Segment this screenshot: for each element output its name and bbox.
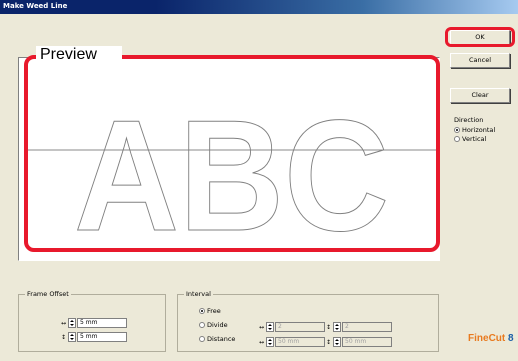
distance-vertical-field[interactable]: 50 mm — [342, 337, 392, 347]
frame-offset-title: Frame Offset — [25, 290, 71, 298]
logo-cut-text: Cut — [488, 333, 506, 344]
frame-offset-vertical-field[interactable]: 5 mm — [77, 332, 127, 342]
logo-fine-text: Fine — [468, 333, 489, 344]
logo-mark-icon: 8 — [508, 333, 514, 344]
frame-offset-horizontal-field[interactable]: 5 mm — [77, 318, 127, 328]
horizontal-arrow-icon: ↔ — [258, 323, 265, 331]
direction-title: Direction — [454, 116, 484, 124]
finecut-logo: FineCut 8 — [468, 333, 514, 344]
radio-button[interactable] — [199, 336, 205, 342]
divide-horizontal-row: ↔ 2 — [258, 322, 325, 332]
make-weed-line-dialog: Make Weed Line OK Cancel Clear ABC Previ… — [0, 0, 518, 361]
divide-vertical-field[interactable]: 2 — [342, 322, 392, 332]
spin-buttons[interactable] — [266, 337, 274, 347]
spin-buttons[interactable] — [68, 318, 76, 328]
radio-button[interactable] — [199, 322, 205, 328]
frame-offset-horizontal-row: ↔ 5 mm — [60, 318, 127, 328]
window-title: Make Weed Line — [3, 2, 68, 10]
ok-button-highlight — [445, 27, 515, 47]
cancel-button[interactable]: Cancel — [450, 53, 510, 68]
distance-vertical-row: ↕ 50 mm — [325, 337, 392, 347]
direction-horizontal-option[interactable]: Horizontal — [454, 126, 495, 134]
spin-buttons[interactable] — [333, 322, 341, 332]
distance-horizontal-field[interactable]: 50 mm — [275, 337, 325, 347]
interval-free-label: Free — [207, 307, 221, 315]
direction-group: Direction Horizontal Vertical — [454, 116, 495, 144]
vertical-arrow-icon: ↕ — [325, 338, 332, 346]
preview-highlight — [24, 55, 440, 252]
direction-vertical-option[interactable]: Vertical — [454, 135, 495, 143]
direction-horizontal-label: Horizontal — [462, 126, 496, 134]
interval-distance-label: Distance — [207, 335, 236, 343]
frame-offset-vertical-row: ↕ 5 mm — [60, 332, 127, 342]
preview-label: Preview — [40, 46, 97, 63]
clear-button[interactable]: Clear — [450, 88, 510, 103]
spin-buttons[interactable] — [333, 337, 341, 347]
divide-horizontal-field[interactable]: 2 — [275, 322, 325, 332]
title-bar[interactable]: Make Weed Line — [0, 0, 518, 14]
interval-divide-option[interactable]: Divide — [199, 321, 235, 329]
interval-distance-option[interactable]: Distance — [199, 335, 235, 343]
divide-vertical-row: ↕ 2 — [325, 322, 392, 332]
interval-divide-label: Divide — [207, 321, 228, 329]
vertical-arrow-icon: ↕ — [60, 333, 67, 341]
radio-button-selected[interactable] — [454, 127, 460, 133]
direction-vertical-label: Vertical — [462, 135, 487, 143]
vertical-arrow-icon: ↕ — [325, 323, 332, 331]
horizontal-arrow-icon: ↔ — [258, 338, 265, 346]
interval-title: Interval — [184, 290, 213, 298]
distance-horizontal-row: ↔ 50 mm — [258, 337, 325, 347]
interval-options: Free Divide Distance — [199, 307, 235, 349]
radio-button-selected[interactable] — [199, 308, 205, 314]
radio-button[interactable] — [454, 136, 460, 142]
spin-buttons[interactable] — [266, 322, 274, 332]
horizontal-arrow-icon: ↔ — [60, 319, 67, 327]
spin-buttons[interactable] — [68, 332, 76, 342]
interval-free-option[interactable]: Free — [199, 307, 235, 315]
